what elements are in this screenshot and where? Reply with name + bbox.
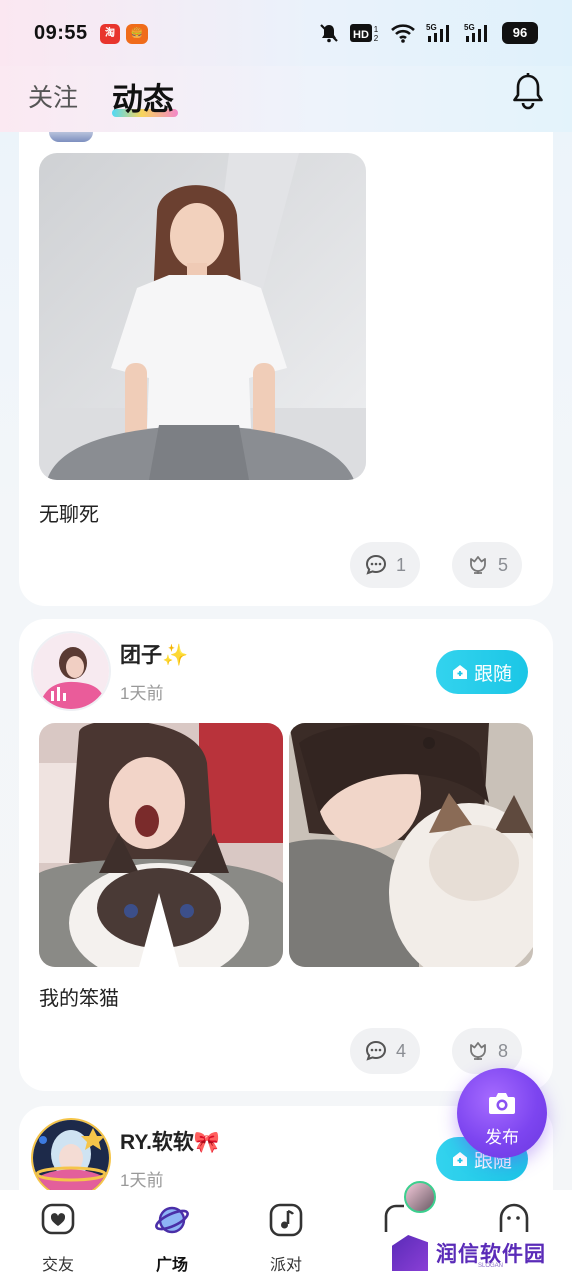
post-time: 1天前 <box>120 684 164 703</box>
comment-icon <box>365 1040 387 1061</box>
comment-button[interactable]: 4 <box>350 1028 421 1074</box>
status-bar: 09:55 淘 🍔 HD 1 2 5G 5G 96 <box>0 0 572 66</box>
tab-dynamic[interactable]: 动态 <box>112 74 174 119</box>
wifi-icon <box>390 22 416 44</box>
nav-label: 广场 <box>155 1257 188 1274</box>
music-note-icon <box>269 1203 303 1237</box>
username[interactable]: 团子✨ <box>120 639 188 669</box>
nav-item-square[interactable]: 广场 <box>132 1202 212 1275</box>
avatar[interactable] <box>49 132 93 142</box>
post-photo[interactable] <box>39 723 283 967</box>
like-count: 8 <box>498 1040 509 1061</box>
taobao-notification-icon: 淘 <box>100 24 120 44</box>
comment-count: 1 <box>396 554 407 575</box>
nav-label: 派对 <box>269 1257 302 1274</box>
mute-icon <box>318 22 340 44</box>
follow-button[interactable]: 跟随 <box>436 650 528 694</box>
comment-count: 4 <box>396 1040 407 1061</box>
bell-icon[interactable] <box>510 72 546 112</box>
tab-follow[interactable]: 关注 <box>28 78 78 114</box>
status-icons: HD 1 2 5G 5G 96 <box>318 22 538 44</box>
hd-icon: HD 1 2 <box>350 22 380 44</box>
svg-text:5G: 5G <box>426 23 437 32</box>
home-plus-icon <box>452 665 467 679</box>
post-photo[interactable] <box>289 723 533 967</box>
post-photo[interactable] <box>39 153 366 480</box>
follow-label: 跟随 <box>473 663 512 685</box>
avatar[interactable] <box>33 1120 109 1190</box>
avatar <box>404 1181 436 1213</box>
battery-icon: 96 <box>502 22 538 44</box>
post-caption: 无聊死 <box>39 504 99 526</box>
status-time: 09:55 <box>34 22 88 44</box>
svg-text:HD: HD <box>353 29 369 41</box>
signal-5g-icon: 5G <box>426 22 454 44</box>
avatar[interactable] <box>33 633 109 709</box>
svg-text:5G: 5G <box>464 23 475 32</box>
watermark-sub: SLOGAN <box>478 1263 504 1269</box>
home-plus-icon <box>452 1152 467 1166</box>
like-button[interactable]: 5 <box>452 542 523 588</box>
comment-button[interactable]: 1 <box>350 542 421 588</box>
planet-icon <box>155 1206 189 1234</box>
like-count: 5 <box>498 554 509 575</box>
publish-button[interactable]: 发布 <box>457 1068 547 1158</box>
nav-label: 交友 <box>41 1257 74 1274</box>
heart-chat-icon <box>41 1203 75 1235</box>
username[interactable]: RY.软软🎀 <box>120 1126 220 1156</box>
nav-item-friends[interactable]: 交友 <box>18 1202 98 1275</box>
watermark-logo <box>392 1235 428 1271</box>
top-tab-bar: 关注 动态 <box>0 66 572 132</box>
camera-icon <box>489 1093 515 1114</box>
tulip-icon <box>470 1042 486 1060</box>
signal-5g-icon: 5G <box>464 22 492 44</box>
food-notification-icon: 🍔 <box>126 24 148 44</box>
post-time: 1天前 <box>120 1171 164 1190</box>
post-card[interactable]: 无聊死 1 5 <box>19 132 553 606</box>
svg-text:2: 2 <box>374 34 379 43</box>
svg-text:1: 1 <box>374 25 379 34</box>
feed[interactable]: 无聊死 1 5 团子✨ 1天前 跟随 我的笨猫 4 8 RY.软软🎀 1天前 跟… <box>0 132 572 1190</box>
post-card[interactable]: 团子✨ 1天前 跟随 我的笨猫 4 8 <box>19 619 553 1091</box>
publish-label: 发布 <box>485 1128 519 1147</box>
like-button[interactable]: 8 <box>452 1028 523 1074</box>
nav-item-party[interactable]: 派对 <box>246 1202 326 1275</box>
comment-icon <box>365 554 387 575</box>
watermark: 润信软件园 SLOGAN <box>392 1233 562 1273</box>
post-caption: 我的笨猫 <box>39 988 119 1010</box>
tulip-icon <box>470 556 486 574</box>
